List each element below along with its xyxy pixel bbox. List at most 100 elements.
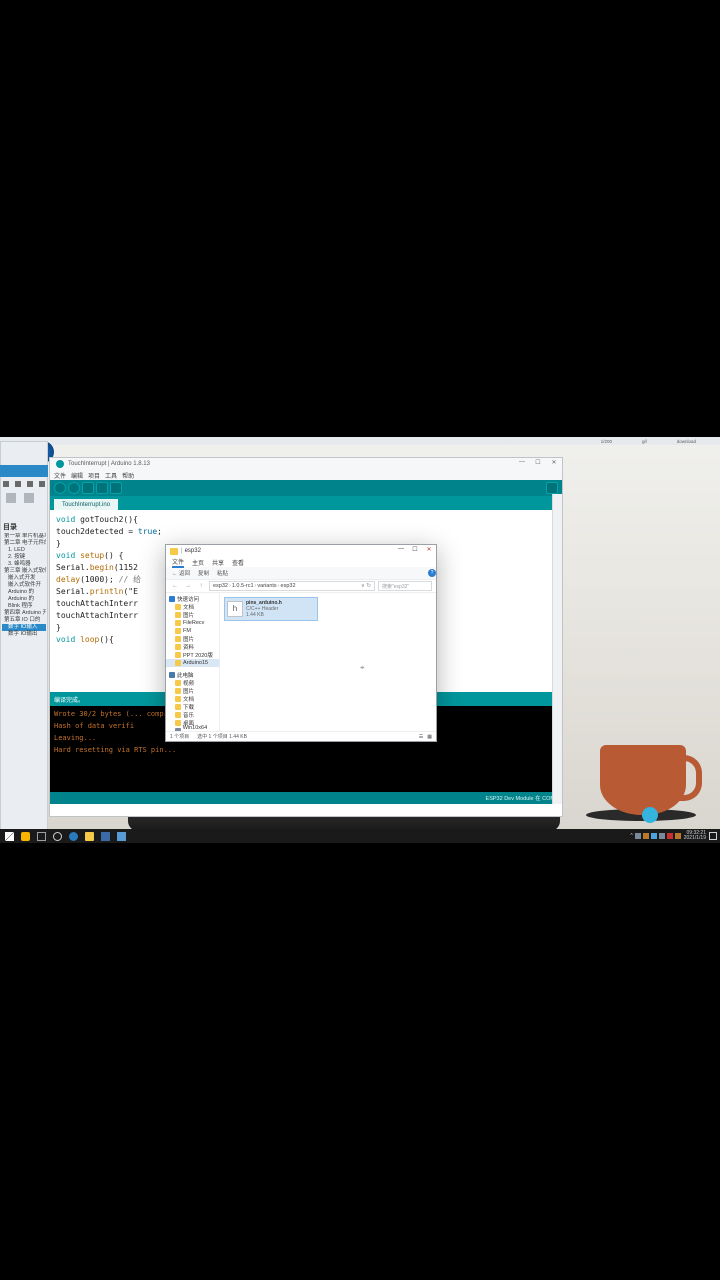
notification-center-icon[interactable] bbox=[709, 832, 717, 840]
tree-item[interactable]: Blink 程序 bbox=[2, 603, 46, 610]
minimize-button[interactable]: — bbox=[514, 459, 530, 469]
explorer-sidebar[interactable]: 快速访问 文档 图片 FileRecv FM 图片 资料 PPT 2020版 A… bbox=[166, 593, 220, 731]
sidebar-item[interactable]: 文档 bbox=[166, 695, 219, 703]
scrollbar[interactable] bbox=[552, 494, 562, 804]
tree-item[interactable]: 数字 IO输出 bbox=[2, 631, 46, 638]
sidebar-item[interactable]: 下载 bbox=[166, 703, 219, 711]
ribbon-btn[interactable]: 复制 bbox=[198, 569, 209, 577]
minimize-button[interactable]: — bbox=[394, 546, 408, 556]
tree-item[interactable]: Arduino 的 bbox=[2, 596, 46, 603]
sidebar-quick-access[interactable]: 快速访问 bbox=[166, 595, 219, 603]
search-button[interactable] bbox=[18, 830, 32, 842]
tree-item[interactable]: 第二章 电子元件的 bbox=[2, 540, 46, 547]
crumb[interactable]: esp32 bbox=[213, 583, 228, 589]
view-details-icon[interactable]: ☰ bbox=[419, 734, 423, 740]
tree-item-selected[interactable]: 数字 IO输入 bbox=[2, 624, 46, 631]
sidebar-item[interactable]: FileRecv bbox=[166, 619, 219, 627]
new-button[interactable] bbox=[82, 482, 94, 494]
breadcrumb[interactable]: esp32› 1.0.5-rc1› variants› esp32 ∨ ↻ bbox=[209, 581, 375, 591]
arduino-titlebar[interactable]: TouchInterrupt | Arduino 1.8.13 — ☐ ✕ bbox=[50, 458, 562, 470]
tray-icon[interactable] bbox=[675, 833, 681, 839]
sidebar-item[interactable]: FM bbox=[166, 627, 219, 635]
cortana-button[interactable] bbox=[50, 830, 64, 842]
file-explorer-window[interactable]: | esp32 — ☐ ✕ 文件 主页 共享 查看 ← 返回 复制 粘贴 ? ←… bbox=[165, 544, 437, 742]
sidebar-item[interactable]: PPT 2020版 bbox=[166, 651, 219, 659]
taskbar-app-edge[interactable] bbox=[66, 830, 80, 842]
taskbar-app[interactable] bbox=[114, 830, 128, 842]
sidebar-item[interactable]: 文档 bbox=[166, 603, 219, 611]
view-tiles-icon[interactable]: ▦ bbox=[427, 734, 432, 740]
sidebar-item[interactable]: Win10x64 (C:) bbox=[166, 727, 219, 731]
ribbon-tab-file[interactable]: 文件 bbox=[172, 557, 184, 568]
explorer-titlebar[interactable]: | esp32 — ☐ ✕ bbox=[166, 545, 436, 557]
explorer-file-pane[interactable]: h pins_arduino.h C/C++ Header 1.44 KB ⌖ bbox=[220, 593, 436, 731]
outline-app-titlebar[interactable] bbox=[0, 465, 48, 477]
tree-item[interactable]: 第五章 IO 口的 bbox=[2, 617, 46, 624]
file-item-selected[interactable]: h pins_arduino.h C/C++ Header 1.44 KB bbox=[224, 597, 318, 621]
taskbar-app-explorer[interactable] bbox=[82, 830, 96, 842]
sidebar-item[interactable]: 资料 bbox=[166, 643, 219, 651]
tray-icon[interactable] bbox=[635, 833, 641, 839]
crumb[interactable]: esp32 bbox=[281, 583, 296, 589]
taskbar-clock[interactable]: 09:32:21 2021/1/19 bbox=[684, 831, 706, 841]
menu-sketch[interactable]: 项目 bbox=[88, 471, 100, 480]
tree-item[interactable]: 嵌入式软件开 bbox=[2, 582, 46, 589]
system-tray[interactable]: ^ bbox=[630, 833, 680, 839]
taskbar[interactable]: ^ 09:32:21 2021/1/19 bbox=[0, 829, 720, 843]
tray-network-icon[interactable] bbox=[651, 833, 657, 839]
chat-bubble-icon[interactable] bbox=[642, 807, 658, 823]
crumb[interactable]: variants bbox=[257, 583, 276, 589]
sidebar-item[interactable]: 图片 bbox=[166, 687, 219, 695]
save-button[interactable] bbox=[110, 482, 122, 494]
ribbon-tab-share[interactable]: 共享 bbox=[212, 558, 224, 567]
tree-item[interactable]: 嵌入式开发 bbox=[2, 575, 46, 582]
outline-tree[interactable]: 第一章 单片机基本原理 第二章 电子元件的 1. LED 2. 按键 3. 蜂鸣… bbox=[2, 533, 46, 638]
outline-app-toolbar[interactable] bbox=[0, 477, 48, 491]
nav-back-button[interactable]: ← bbox=[170, 583, 180, 589]
maximize-button[interactable]: ☐ bbox=[530, 459, 546, 469]
tree-item[interactable]: 第一章 单片机基本原理 bbox=[2, 533, 46, 540]
nav-up-button[interactable]: ↑ bbox=[196, 583, 206, 589]
ribbon-tab-home[interactable]: 主页 bbox=[192, 558, 204, 567]
ribbon-tab-view[interactable]: 查看 bbox=[232, 558, 244, 567]
menu-tools[interactable]: 工具 bbox=[105, 471, 117, 480]
sidebar-item[interactable]: 视频 bbox=[166, 679, 219, 687]
close-button[interactable]: ✕ bbox=[422, 546, 436, 556]
sidebar-item[interactable]: 图片 bbox=[166, 611, 219, 619]
tray-icon[interactable] bbox=[643, 833, 649, 839]
sidebar-this-pc[interactable]: 此电脑 bbox=[166, 671, 219, 679]
menu-file[interactable]: 文件 bbox=[54, 471, 66, 480]
nav-forward-button[interactable]: → bbox=[183, 583, 193, 589]
help-icon[interactable]: ? bbox=[428, 569, 436, 577]
tree-item[interactable]: 第四章 Arduino 开 bbox=[2, 610, 46, 617]
start-button[interactable] bbox=[2, 830, 16, 842]
tree-item[interactable]: 3. 蜂鸣器 bbox=[2, 561, 46, 568]
upload-button[interactable] bbox=[68, 482, 80, 494]
verify-button[interactable] bbox=[54, 482, 66, 494]
tray-chevron-up-icon[interactable]: ^ bbox=[630, 833, 632, 839]
maximize-button[interactable]: ☐ bbox=[408, 546, 422, 556]
outline-app-view-icons[interactable] bbox=[6, 493, 34, 503]
tray-icon[interactable] bbox=[667, 833, 673, 839]
sketch-tab[interactable]: TouchInterrupt.ino bbox=[54, 499, 118, 510]
ribbon-btn[interactable]: 粘贴 bbox=[217, 569, 228, 577]
task-view-button[interactable] bbox=[34, 830, 48, 842]
tree-item[interactable]: 1. LED bbox=[2, 547, 46, 554]
sidebar-item[interactable]: 图片 bbox=[166, 635, 219, 643]
open-button[interactable] bbox=[96, 482, 108, 494]
tree-item[interactable]: Arduino 的 bbox=[2, 589, 46, 596]
tray-volume-icon[interactable] bbox=[659, 833, 665, 839]
sidebar-item[interactable]: 音乐 bbox=[166, 711, 219, 719]
menu-help[interactable]: 帮助 bbox=[122, 471, 134, 480]
taskbar-app[interactable] bbox=[98, 830, 112, 842]
crumb[interactable]: 1.0.5-rc1 bbox=[232, 583, 254, 589]
ribbon-btn[interactable]: ← 返回 bbox=[172, 569, 190, 577]
close-button[interactable]: ✕ bbox=[546, 459, 562, 469]
tree-item[interactable]: 第三章 嵌入式软件开 bbox=[2, 568, 46, 575]
search-input[interactable]: 搜索"esp32" bbox=[378, 581, 432, 591]
tree-item[interactable]: 2. 按键 bbox=[2, 554, 46, 561]
menu-edit[interactable]: 编辑 bbox=[71, 471, 83, 480]
sidebar-item-selected[interactable]: Arduino15 bbox=[166, 659, 219, 667]
arduino-menubar[interactable]: 文件 编辑 项目 工具 帮助 bbox=[50, 470, 562, 480]
serial-monitor-button[interactable] bbox=[546, 482, 558, 494]
